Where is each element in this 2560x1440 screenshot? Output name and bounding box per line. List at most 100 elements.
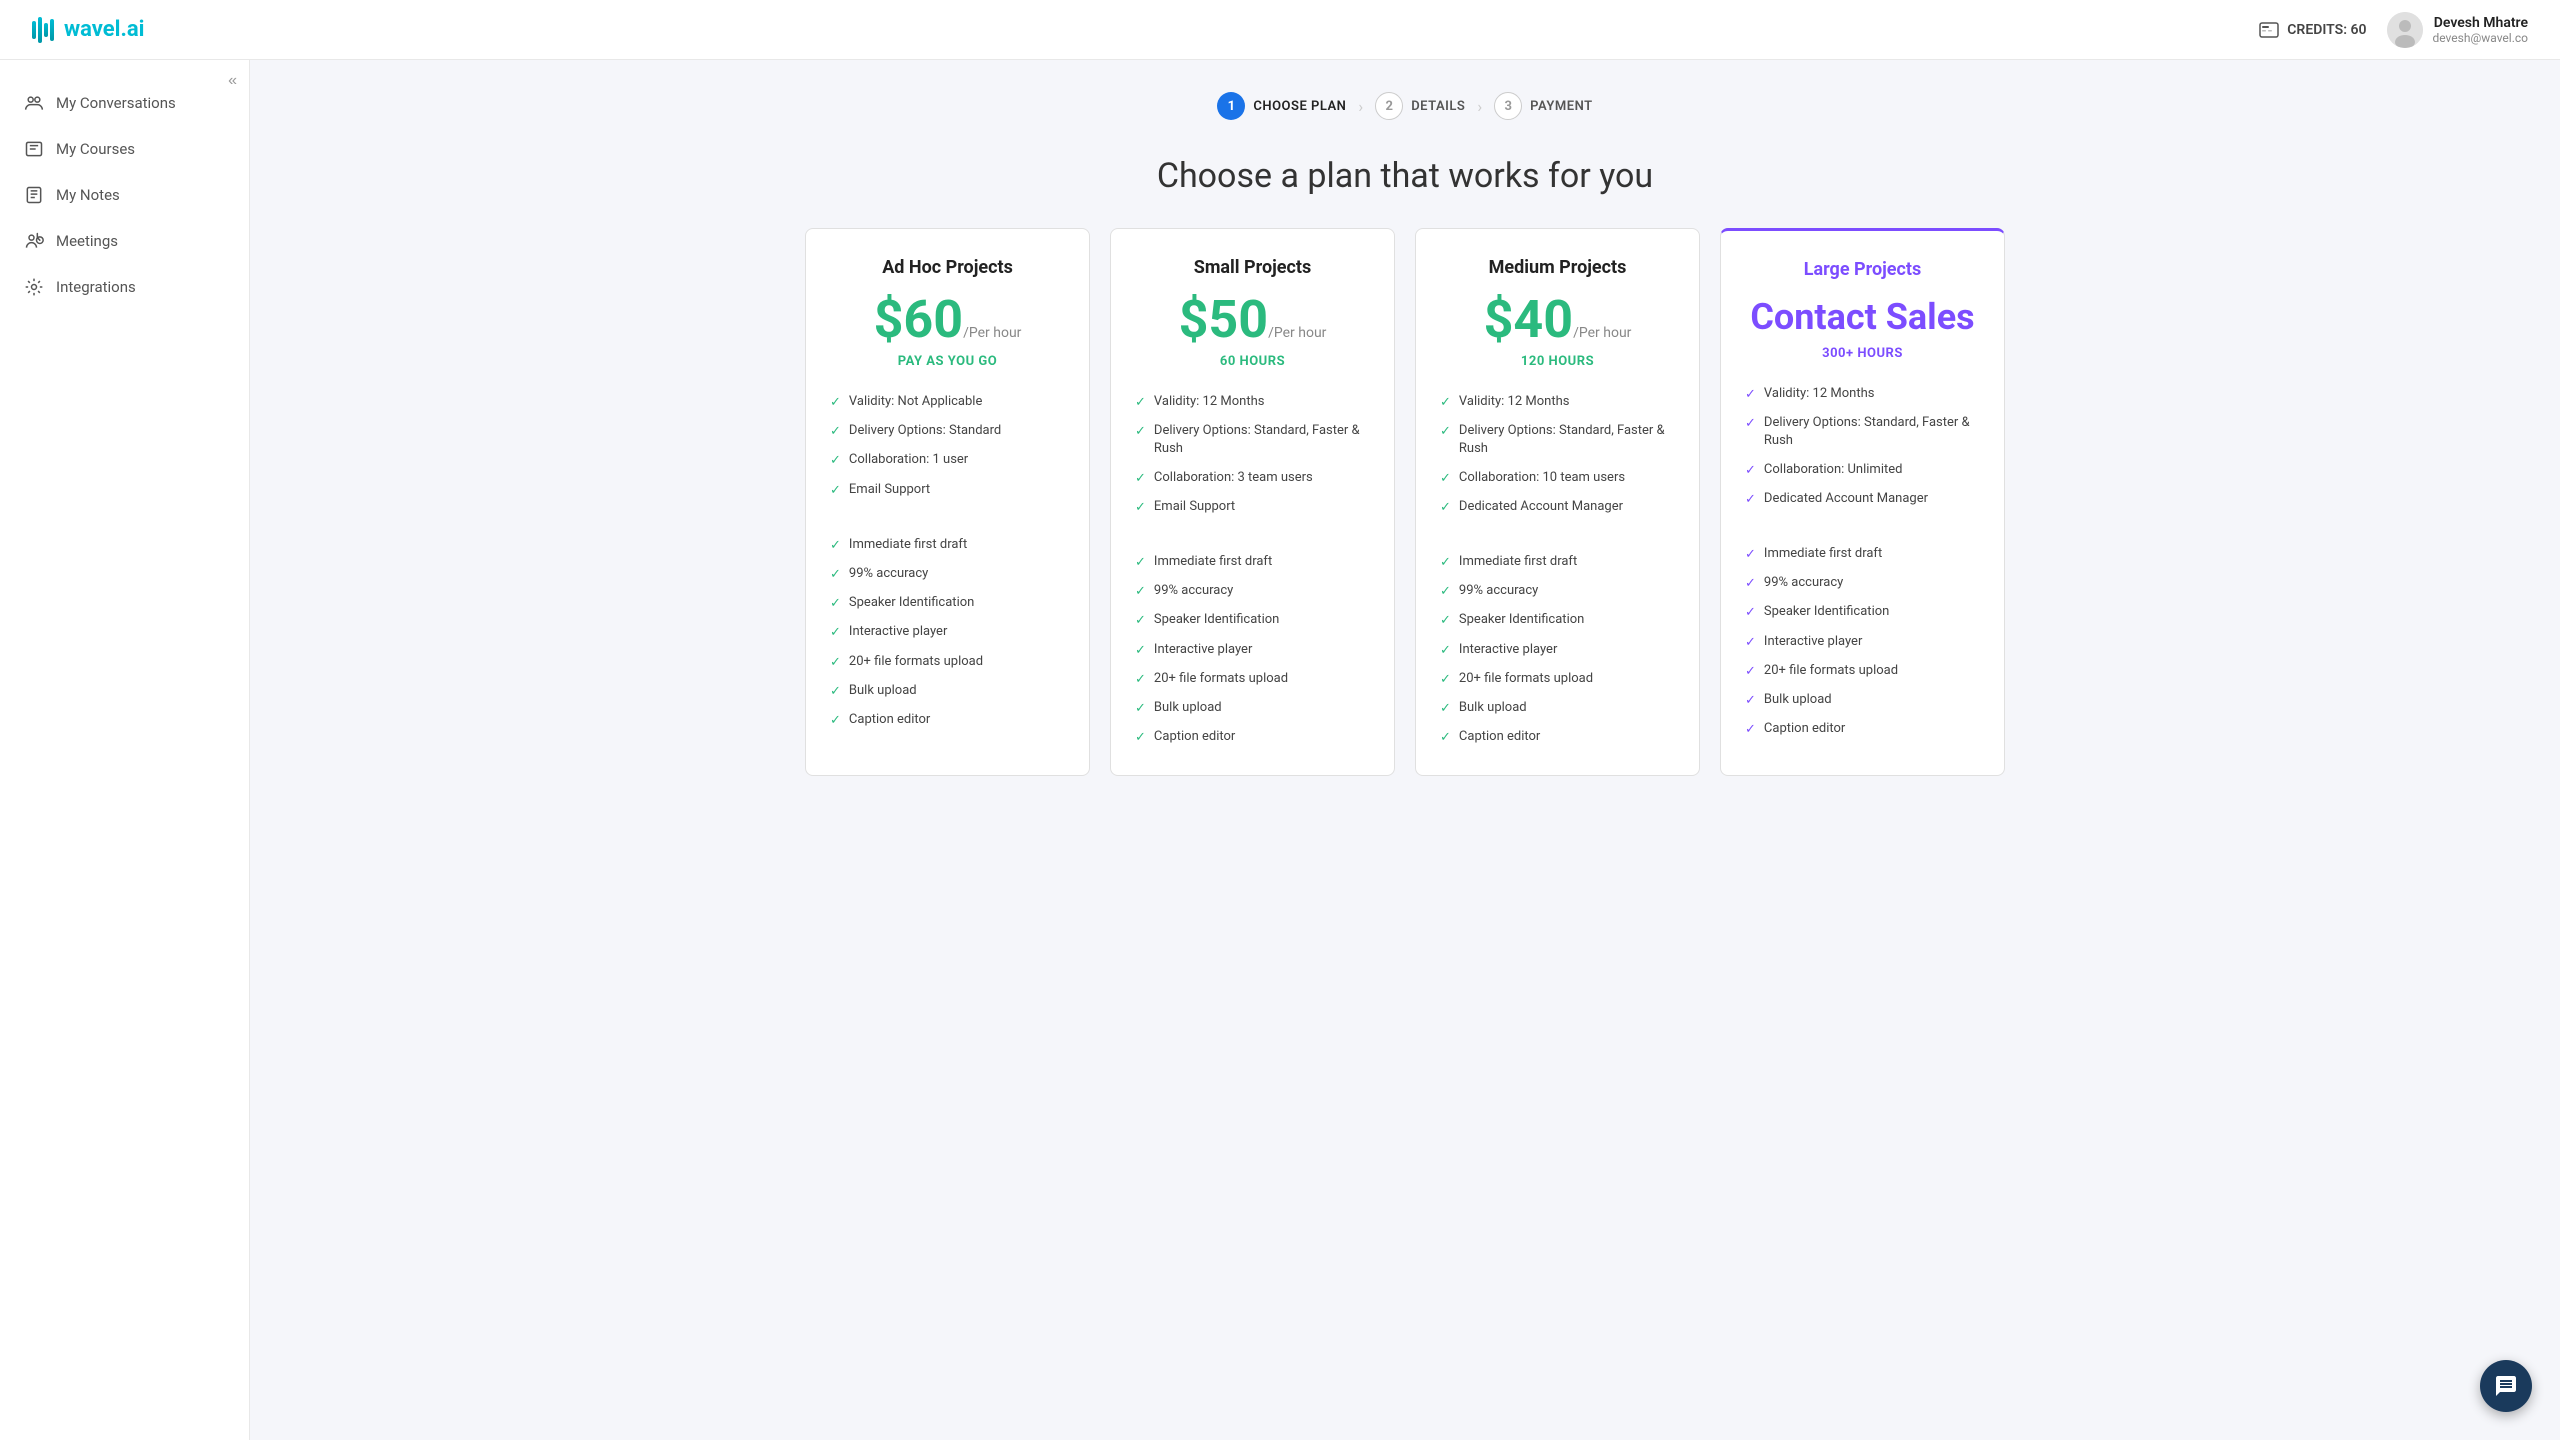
- plan-feature: ✓ Delivery Options: Standard: [830, 422, 1065, 441]
- check-icon: ✓: [1135, 423, 1146, 441]
- sidebar-item-notes[interactable]: My Notes: [0, 172, 249, 218]
- plan-feature: ✓ Collaboration: 1 user: [830, 451, 1065, 470]
- feature-text: 20+ file formats upload: [1459, 670, 1593, 688]
- sidebar-item-integrations[interactable]: Integrations: [0, 264, 249, 310]
- check-icon: ✓: [1440, 612, 1451, 630]
- plan-feature: ✓ Interactive player: [1135, 641, 1370, 660]
- plan-name: Medium Projects: [1440, 257, 1675, 278]
- feature-text: Immediate first draft: [1154, 553, 1272, 571]
- plan-feature: ✓ Delivery Options: Standard, Faster & R…: [1135, 422, 1370, 458]
- plan-features: ✓ Validity: 12 Months ✓ Delivery Options…: [1745, 385, 1980, 739]
- sidebar-item-courses[interactable]: My Courses: [0, 126, 249, 172]
- feature-text: Bulk upload: [1154, 699, 1222, 717]
- feature-text: Speaker Identification: [849, 594, 974, 612]
- feature-text: Collaboration: Unlimited: [1764, 461, 1903, 479]
- courses-label: My Courses: [56, 140, 135, 158]
- check-icon: ✓: [830, 566, 841, 584]
- plan-name: Large Projects: [1745, 259, 1980, 280]
- header-right: CREDITS: 60 Devesh Mhatre devesh@wavel.c…: [2259, 12, 2528, 48]
- check-icon: ✓: [1440, 583, 1451, 601]
- plan-features: ✓ Validity: Not Applicable ✓ Delivery Op…: [830, 393, 1065, 730]
- feature-text: Delivery Options: Standard, Faster & Rus…: [1154, 422, 1370, 458]
- plan-feature: ✓ Validity: 12 Months: [1745, 385, 1980, 404]
- plan-card-large[interactable]: Large Projects Contact Sales 300+ HOURS …: [1720, 228, 2005, 776]
- step-2-num: 2: [1375, 92, 1403, 120]
- plan-price-amount: $50: [1179, 289, 1269, 350]
- step-2: 2 DETAILS: [1375, 92, 1465, 120]
- check-icon: ✓: [1745, 634, 1756, 652]
- plan-card-medium[interactable]: Medium Projects $40/Per hour 120 HOURS ✓…: [1415, 228, 1700, 776]
- feature-text: Interactive player: [1459, 641, 1557, 659]
- plan-price: $50/Per hour: [1135, 294, 1370, 346]
- collapse-button[interactable]: «: [228, 72, 237, 90]
- plan-feature: ✓ 99% accuracy: [1135, 582, 1370, 601]
- plan-feature: ✓ Speaker Identification: [830, 594, 1065, 613]
- plan-hours: PAY AS YOU GO: [830, 354, 1065, 369]
- feature-text: Speaker Identification: [1459, 611, 1584, 629]
- integrations-label: Integrations: [56, 278, 136, 296]
- check-icon: ✓: [1135, 470, 1146, 488]
- feature-text: 99% accuracy: [1764, 574, 1843, 592]
- check-icon: ✓: [830, 482, 841, 500]
- check-icon: ✓: [1135, 642, 1146, 660]
- user-email: devesh@wavel.co: [2433, 31, 2529, 45]
- feature-text: Speaker Identification: [1154, 611, 1279, 629]
- check-icon: ✓: [830, 683, 841, 701]
- integrations-icon: [24, 277, 44, 297]
- feature-text: Validity: 12 Months: [1154, 393, 1265, 411]
- plan-feature: ✓ Collaboration: 10 team users: [1440, 469, 1675, 488]
- sidebar-item-conversations[interactable]: My Conversations: [0, 80, 249, 126]
- feature-text: Interactive player: [849, 623, 947, 641]
- check-icon: ✓: [1440, 423, 1451, 441]
- sidebar-item-meetings[interactable]: Meetings: [0, 218, 249, 264]
- plan-features: ✓ Validity: 12 Months ✓ Delivery Options…: [1440, 393, 1675, 747]
- plan-price-period: /Per hour: [1268, 325, 1326, 341]
- plan-hours: 60 HOURS: [1135, 354, 1370, 369]
- chat-button[interactable]: [2480, 1360, 2532, 1412]
- plan-feature: ✓ Immediate first draft: [830, 536, 1065, 555]
- plan-feature: ✓ Dedicated Account Manager: [1440, 498, 1675, 517]
- check-icon: ✓: [1745, 546, 1756, 564]
- step-3-num: 3: [1494, 92, 1522, 120]
- feature-text: Caption editor: [1154, 728, 1235, 746]
- header: wavel.ai CREDITS: 60 Devesh Mhatre: [0, 0, 2560, 60]
- check-icon: ✓: [1745, 575, 1756, 593]
- feature-text: Email Support: [1154, 498, 1235, 516]
- check-icon: ✓: [1440, 729, 1451, 747]
- feature-divider: [1135, 527, 1370, 543]
- check-icon: ✓: [830, 624, 841, 642]
- plan-card-small[interactable]: Small Projects $50/Per hour 60 HOURS ✓ V…: [1110, 228, 1395, 776]
- check-icon: ✓: [1440, 700, 1451, 718]
- plan-card-ad-hoc[interactable]: Ad Hoc Projects $60/Per hour PAY AS YOU …: [805, 228, 1090, 776]
- feature-text: 99% accuracy: [1154, 582, 1233, 600]
- plan-price-contact: Contact Sales: [1745, 296, 1980, 338]
- credits-value: CREDITS: 60: [2287, 22, 2366, 38]
- check-icon: ✓: [1745, 721, 1756, 739]
- check-icon: ✓: [1135, 729, 1146, 747]
- sidebar: « My Conversations My Courses My Notes: [0, 60, 250, 1440]
- plan-hours: 120 HOURS: [1440, 354, 1675, 369]
- check-icon: ✓: [1745, 415, 1756, 433]
- meetings-icon: [24, 231, 44, 251]
- plan-feature: ✓ Interactive player: [1440, 641, 1675, 660]
- main-content: 1 CHOOSE PLAN › 2 DETAILS › 3 PAYMENT Ch…: [250, 60, 2560, 1440]
- check-icon: ✓: [1135, 394, 1146, 412]
- plan-feature: ✓ Email Support: [1135, 498, 1370, 517]
- layout: « My Conversations My Courses My Notes: [0, 60, 2560, 1440]
- plan-feature: ✓ Caption editor: [1745, 720, 1980, 739]
- step-separator-1: ›: [1358, 97, 1363, 116]
- plan-feature: ✓ Interactive player: [1745, 633, 1980, 652]
- step-1-num: 1: [1217, 92, 1245, 120]
- feature-text: Delivery Options: Standard, Faster & Rus…: [1764, 414, 1980, 450]
- feature-text: Collaboration: 10 team users: [1459, 469, 1625, 487]
- courses-icon: [24, 139, 44, 159]
- feature-text: Dedicated Account Manager: [1764, 490, 1928, 508]
- credits-icon: [2259, 22, 2279, 38]
- check-icon: ✓: [830, 423, 841, 441]
- feature-text: 99% accuracy: [849, 565, 928, 583]
- plan-feature: ✓ Collaboration: 3 team users: [1135, 469, 1370, 488]
- check-icon: ✓: [1440, 642, 1451, 660]
- plan-features: ✓ Validity: 12 Months ✓ Delivery Options…: [1135, 393, 1370, 747]
- feature-text: Validity: Not Applicable: [849, 393, 982, 411]
- feature-text: Immediate first draft: [1459, 553, 1577, 571]
